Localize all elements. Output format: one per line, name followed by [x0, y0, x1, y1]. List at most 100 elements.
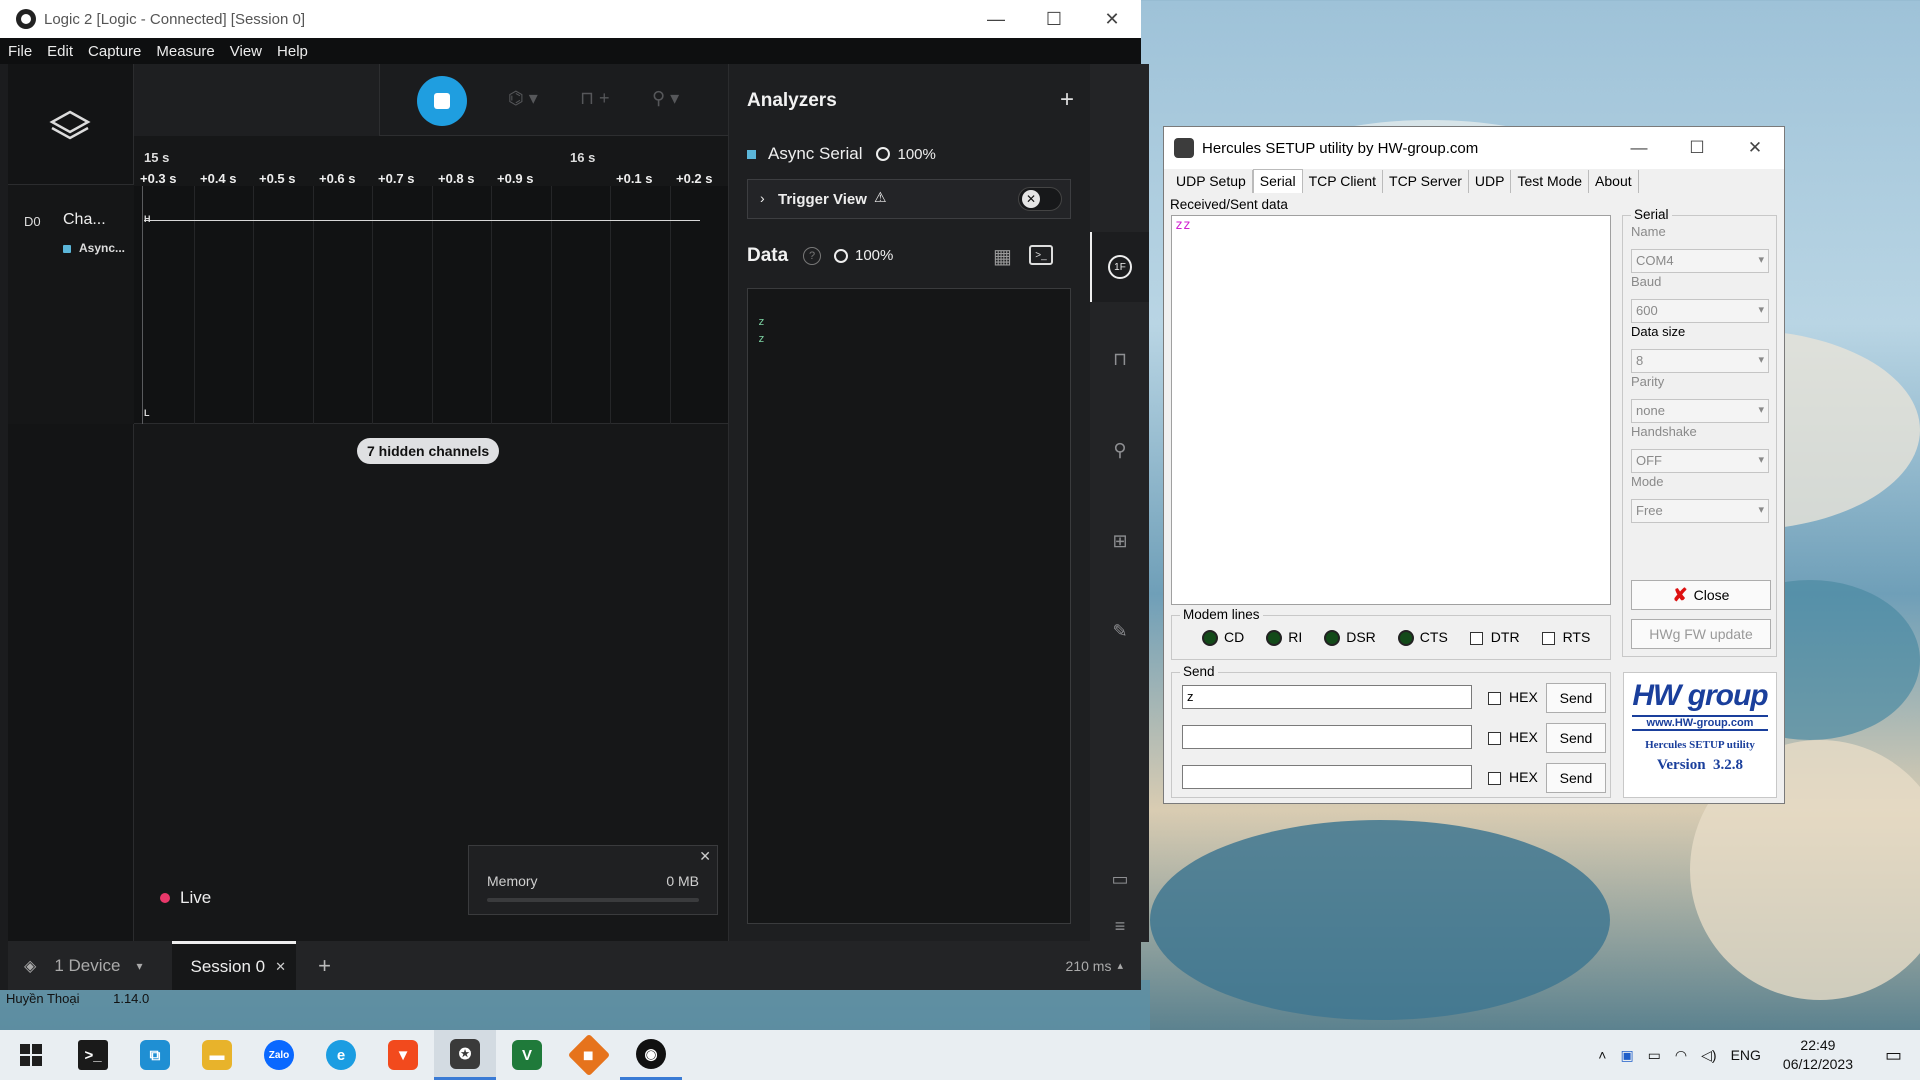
tray-chevron-icon[interactable]: ˄ [1598, 1047, 1606, 1063]
wifi-icon[interactable]: ◠ [1675, 1047, 1687, 1064]
chevron-up-icon[interactable]: ▴ [1117, 959, 1123, 972]
modem-lines-group: Modem lines CD RI DSR CTS DTR RTS [1171, 607, 1611, 660]
taskbar-app-v[interactable]: V [496, 1030, 558, 1080]
channel-row[interactable]: D0 Cha... Async... [8, 184, 134, 424]
tab-udp-setup[interactable]: UDP Setup [1170, 170, 1253, 193]
send-button-2[interactable]: Send [1546, 723, 1606, 753]
hex-check-icon[interactable] [1488, 731, 1501, 745]
tab-udp[interactable]: UDP [1469, 170, 1512, 193]
terminal-view-icon[interactable]: >_ [1029, 245, 1053, 265]
dsr-led-icon [1324, 630, 1341, 647]
hex-checkbox-3[interactable]: HEX [1488, 769, 1538, 785]
send-input-1[interactable]: z [1182, 685, 1472, 709]
device-icon[interactable]: ◈ [24, 956, 36, 976]
memory-close-icon[interactable]: ✕ [699, 848, 711, 865]
feedback-rail-icon[interactable]: ▭ [1108, 867, 1132, 891]
port-name-select[interactable]: COM4 [1631, 249, 1769, 273]
taskbar-logic[interactable]: ◉ [620, 1030, 682, 1080]
maximize-button[interactable]: ☐ [1668, 127, 1726, 169]
taskbar-brave[interactable]: ▼ [372, 1030, 434, 1080]
waveform-area[interactable]: H L [134, 186, 728, 424]
timing-marker-icon[interactable]: ⌬ ▾ [508, 88, 538, 109]
device-layers-icon[interactable] [48, 104, 92, 148]
maximize-button[interactable]: ☐ [1025, 0, 1083, 38]
help-icon[interactable]: ? [803, 247, 821, 265]
taskbar-git[interactable]: ◆ [558, 1030, 620, 1080]
send-input-3[interactable] [1182, 765, 1472, 789]
tray-app-icon[interactable]: ▣ [1620, 1047, 1633, 1064]
close-button[interactable]: ✕ [1726, 127, 1784, 169]
menu-edit[interactable]: Edit [47, 43, 73, 60]
channel-name[interactable]: Cha... [63, 211, 106, 229]
annotations-rail-icon[interactable]: ⚲ [1108, 438, 1132, 462]
menu-help[interactable]: Help [277, 43, 308, 60]
hex-checkbox-1[interactable]: HEX [1488, 689, 1538, 705]
menu-view[interactable]: View [230, 43, 262, 60]
measure-icon[interactable]: ⊓ + [580, 88, 610, 109]
add-analyzer-icon[interactable]: + [1060, 86, 1074, 114]
parity-select[interactable]: none [1631, 399, 1769, 423]
close-button[interactable]: ✕ [1083, 0, 1141, 38]
hex-check-icon[interactable] [1488, 771, 1501, 785]
table-view-icon[interactable]: ▦ [993, 244, 1012, 269]
battery-icon[interactable]: ▭ [1648, 1047, 1661, 1064]
language-indicator[interactable]: ENG [1731, 1047, 1761, 1063]
taskbar-explorer[interactable]: ▬ [186, 1030, 248, 1080]
fw-update-button[interactable]: HWg FW update [1631, 619, 1771, 649]
data-size-select[interactable]: 8 [1631, 349, 1769, 373]
trigger-view-row[interactable]: › Trigger View ⚠ ✕ [747, 179, 1071, 219]
measurements-rail-icon[interactable]: ⊓ [1108, 347, 1132, 371]
dtr-checkbox[interactable]: DTR [1469, 629, 1520, 646]
tab-session-0[interactable]: Session 0 ✕ [172, 941, 297, 990]
device-label[interactable]: 1 Device [54, 956, 120, 976]
baud-select[interactable]: 600 [1631, 299, 1769, 323]
send-button-3[interactable]: Send [1546, 763, 1606, 793]
volume-icon[interactable]: ◁) [1701, 1047, 1716, 1064]
tab-test-mode[interactable]: Test Mode [1511, 170, 1590, 193]
hex-check-icon[interactable] [1488, 691, 1501, 705]
channel-sidebar: D0 Cha... Async... [8, 64, 134, 942]
zalo-icon: Zalo [264, 1040, 294, 1070]
menu-capture[interactable]: Capture [88, 43, 141, 60]
menu-measure[interactable]: Measure [156, 43, 214, 60]
notes-rail-icon[interactable]: ✎ [1108, 619, 1132, 643]
notification-icon[interactable]: ▭ [1885, 1045, 1902, 1066]
taskbar-remote[interactable]: ⧉ [124, 1030, 186, 1080]
data-terminal[interactable]: z z [747, 288, 1071, 924]
start-button[interactable] [0, 1030, 62, 1080]
tab-tcp-client[interactable]: TCP Client [1303, 170, 1384, 193]
send-button-1[interactable]: Send [1546, 683, 1606, 713]
taskbar-edge[interactable]: e [310, 1030, 372, 1080]
minimize-button[interactable]: — [967, 0, 1025, 38]
tab-tcp-server[interactable]: TCP Server [1383, 170, 1469, 193]
hidden-channels-pill[interactable]: 7 hidden channels [357, 438, 500, 464]
trigger-toggle[interactable]: ✕ [1018, 187, 1062, 211]
taskbar-hercules[interactable]: ✪ [434, 1030, 496, 1080]
analyzers-rail-icon[interactable]: 1F [1108, 255, 1132, 279]
session-close-icon[interactable]: ✕ [275, 959, 286, 975]
dtr-check-icon[interactable] [1469, 631, 1483, 645]
received-data-box[interactable]: zz [1171, 215, 1611, 605]
minimize-button[interactable]: — [1610, 127, 1668, 169]
taskbar-zalo[interactable]: Zalo [248, 1030, 310, 1080]
mode-select[interactable]: Free [1631, 499, 1769, 523]
hex-checkbox-2[interactable]: HEX [1488, 729, 1538, 745]
stop-capture-button[interactable] [417, 76, 467, 126]
tab-about[interactable]: About [1589, 170, 1639, 193]
analyzer-item[interactable]: Async Serial 100% [747, 144, 936, 164]
rts-check-icon[interactable] [1541, 631, 1555, 645]
menu-file[interactable]: File [8, 43, 32, 60]
send-input-2[interactable] [1182, 725, 1472, 749]
tab-serial[interactable]: Serial [1252, 169, 1303, 193]
menu-rail-icon[interactable]: ≡ [1108, 914, 1132, 938]
taskbar-terminal[interactable]: >_ [62, 1030, 124, 1080]
handshake-select[interactable]: OFF [1631, 449, 1769, 473]
add-session-icon[interactable]: + [318, 953, 331, 979]
clock[interactable]: 22:49 06/12/2023 [1783, 1036, 1853, 1074]
notes-pin-icon[interactable]: ⚲ ▾ [652, 88, 679, 109]
time-tick: +0.2 s [676, 171, 713, 186]
extensions-rail-icon[interactable]: ⊞ [1108, 529, 1132, 553]
close-port-button[interactable]: ✘ Close [1631, 580, 1771, 610]
chevron-down-icon[interactable]: ▾ [136, 959, 142, 973]
rts-checkbox[interactable]: RTS [1541, 629, 1590, 646]
